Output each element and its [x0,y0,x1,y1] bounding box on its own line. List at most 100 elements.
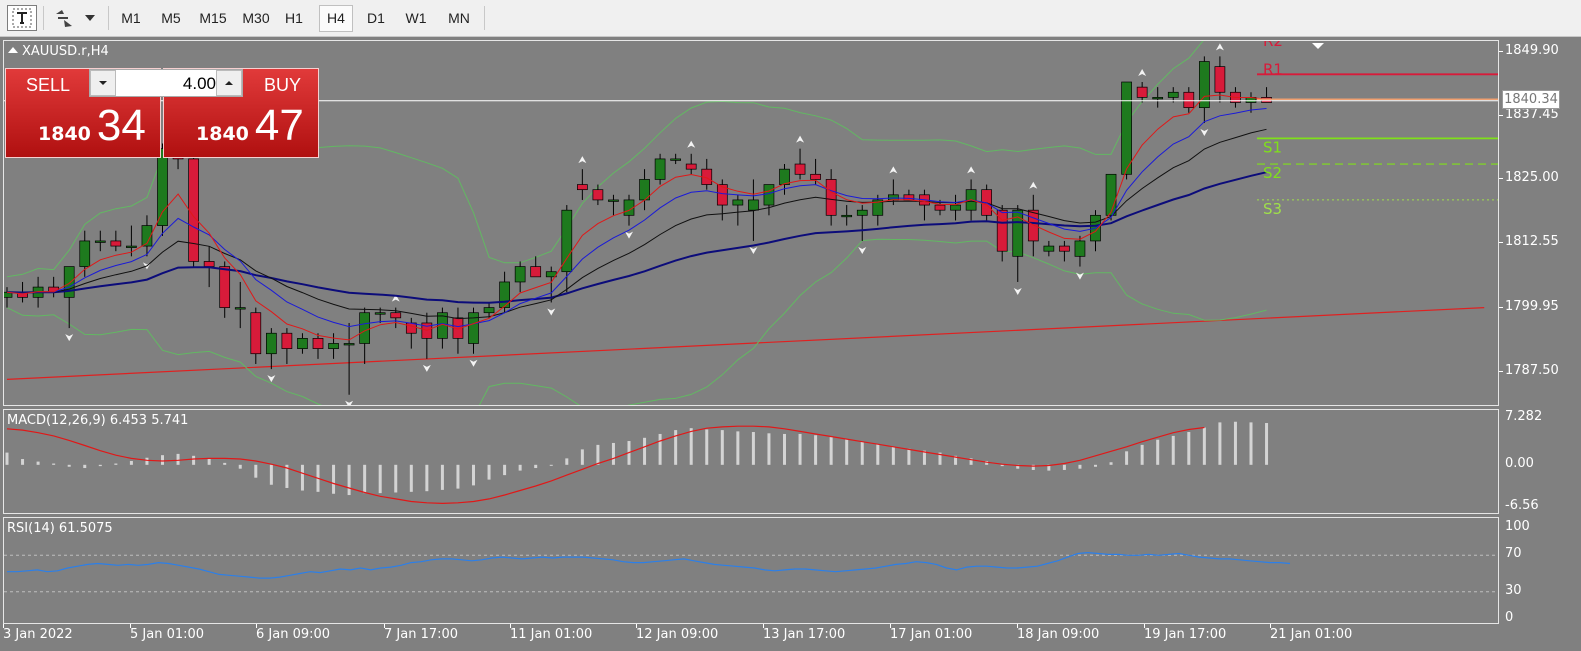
timeframe-d1-button[interactable]: D1 [358,5,394,32]
bear-candle [1136,86,1148,98]
time-axis-tick [384,624,385,628]
fractal-up-arrow [796,135,805,143]
macd-pane[interactable] [3,409,1499,514]
bear-candle [390,312,402,319]
time-axis-label: 12 Jan 09:00 [636,627,719,642]
fractal-down-arrow [749,246,758,254]
pivot-s2-label: S2 [1263,164,1282,182]
macd-histogram-bar [611,442,615,465]
macd-title: MACD(12,26,9) 6.453 5.741 [7,413,189,428]
pivot-s1-label: S1 [1263,138,1282,156]
timeframe-h1-button[interactable]: H1 [276,5,312,32]
macd-histogram-bar [21,459,25,465]
macd-histogram-bar [814,435,818,465]
macd-histogram-bar [207,459,211,465]
fractal-down-arrow [345,400,354,405]
macd-histogram-bar [767,433,771,465]
timeframe-mn-button[interactable]: MN [440,5,478,32]
text-tool-icon[interactable] [7,5,37,31]
macd-histogram-bar [845,439,849,465]
macd-histogram-bar [223,462,227,465]
macd-histogram-bar [145,457,149,465]
bear-candle [530,266,542,278]
sell-label: SELL [26,75,71,95]
macd-histogram-bar [891,446,895,465]
macd-histogram-bar [36,461,40,465]
bear-candle [110,240,122,247]
macd-histogram-bar [658,433,662,465]
fractal-up-arrow [578,156,587,164]
time-axis-label: 21 Jan 01:00 [1270,627,1353,642]
bull-candle [779,168,790,185]
time-axis-label: 7 Jan 17:00 [384,627,459,642]
fractal-up-arrow [889,166,898,174]
lot-size-input[interactable] [116,72,218,96]
bull-candle [126,245,137,248]
time-axis-tick [510,624,511,628]
bull-candle [1121,81,1132,175]
time-axis-label: 17 Jan 01:00 [890,627,973,642]
macd-histogram-bar [580,449,584,465]
bear-candle [794,163,806,175]
time-axis-label: 19 Jan 17:00 [1144,627,1227,642]
macd-histogram-bar [1265,423,1269,465]
rsi-pane[interactable] [3,517,1499,624]
fractal-down-arrow [625,231,633,239]
macd-histogram-bar [1062,464,1066,470]
time-axis-tick [3,624,4,628]
objects-tool-icon[interactable] [50,5,78,31]
bear-candle [825,179,837,216]
macd-histogram-bar [98,464,102,467]
macd-histogram-bar [378,464,382,494]
macd-histogram-bar [1000,464,1004,467]
bear-candle [1027,209,1039,242]
timeframe-m15-button[interactable]: M15 [193,5,233,32]
timeframe-m30-button[interactable]: M30 [236,5,276,32]
bollinger-lower [6,238,1267,405]
time-axis-tick [256,624,257,628]
macd-axis-label: 7.282 [1505,409,1543,424]
macd-histogram-bar [192,455,196,465]
time-axis-label: 11 Jan 01:00 [510,627,593,642]
chart-shift-marker [1312,43,1324,49]
macd-histogram-bar [751,432,755,465]
macd-chart-svg[interactable] [4,410,1498,513]
rsi-title: RSI(14) 61.5075 [7,521,113,536]
fractal-up-arrow [967,166,976,174]
macd-histogram-bar [783,433,786,465]
bull-candle [63,266,75,298]
bull-candle [1167,91,1179,98]
timeframe-m5-button[interactable]: M5 [153,5,189,32]
fractal-down-arrow [422,364,431,372]
bull-candle [732,199,744,206]
time-axis-tick [890,624,891,628]
bull-candle [94,240,106,243]
macd-histogram-bar [332,464,336,494]
macd-histogram-bar [860,441,864,465]
macd-axis-label: 0.00 [1505,456,1534,471]
macd-signal-line [6,425,1205,505]
lot-decrease-button[interactable] [90,70,116,96]
timeframe-h4-button[interactable]: H4 [319,5,353,32]
timeframe-m1-button[interactable]: M1 [113,5,149,32]
buy-label: BUY [264,75,302,95]
bear-candle [281,332,293,349]
macd-histogram-bar [643,437,647,465]
rsi-chart-svg[interactable] [4,518,1498,623]
macd-histogram-bar [67,464,71,467]
price-axis-label: 1799.95 [1505,299,1559,314]
dropdown-arrow-icon[interactable] [82,5,98,31]
time-axis-label: 5 Jan 01:00 [130,627,205,642]
macd-histogram-bar [829,437,833,465]
time-axis-tick [1144,624,1145,628]
bull-candle [79,240,91,267]
lot-increase-button[interactable] [216,70,242,96]
bear-candle [405,322,417,334]
fractal-down-arrow [65,334,74,342]
rsi-axis-label: 100 [1505,519,1530,534]
timeframe-w1-button[interactable]: W1 [398,5,434,32]
chart-toolbar: M1 M5 M15 M30 H1 H4 D1 W1 MN [0,0,1581,37]
macd-histogram-bar [456,464,460,489]
time-axis-tick [130,624,131,628]
rsi-axis-label: 30 [1505,583,1522,598]
